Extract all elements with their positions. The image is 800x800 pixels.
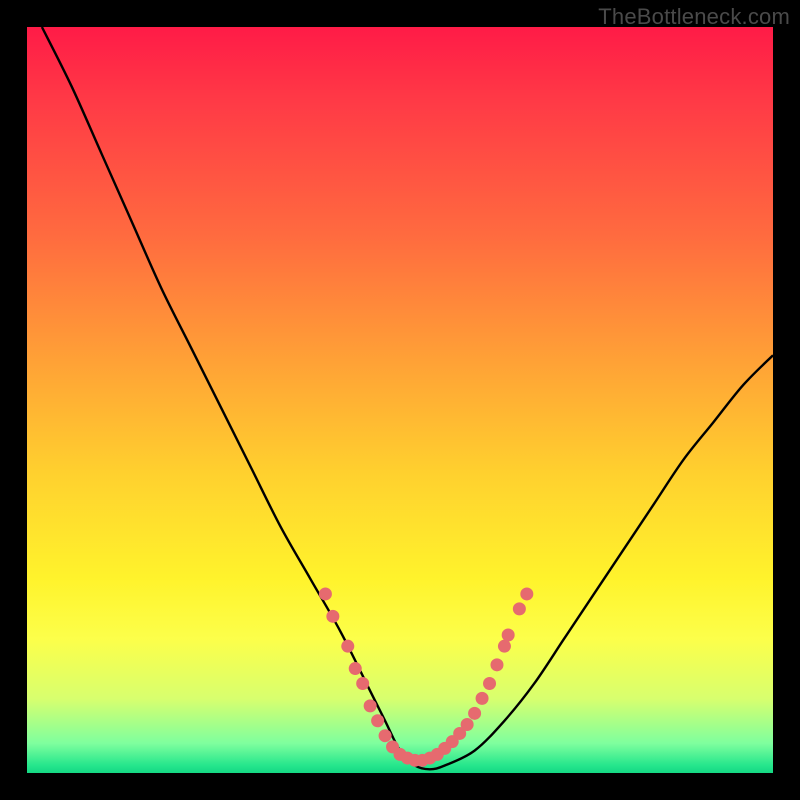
curve-marker — [498, 640, 511, 653]
curve-marker — [483, 677, 496, 690]
curve-markers — [319, 587, 533, 766]
bottleneck-curve — [42, 27, 773, 769]
curve-marker — [379, 729, 392, 742]
curve-marker — [349, 662, 362, 675]
curve-marker — [461, 718, 474, 731]
bottleneck-curve-svg — [27, 27, 773, 773]
curve-marker — [468, 707, 481, 720]
curve-marker — [520, 587, 533, 600]
plot-area — [27, 27, 773, 773]
chart-frame: TheBottleneck.com — [0, 0, 800, 800]
curve-marker — [371, 714, 384, 727]
curve-marker — [364, 699, 377, 712]
curve-marker — [476, 692, 489, 705]
curve-marker — [513, 602, 526, 615]
curve-marker — [341, 640, 354, 653]
curve-marker — [502, 628, 515, 641]
curve-marker — [356, 677, 369, 690]
watermark-text: TheBottleneck.com — [598, 4, 790, 30]
curve-marker — [319, 587, 332, 600]
curve-marker — [490, 658, 503, 671]
curve-marker — [326, 610, 339, 623]
